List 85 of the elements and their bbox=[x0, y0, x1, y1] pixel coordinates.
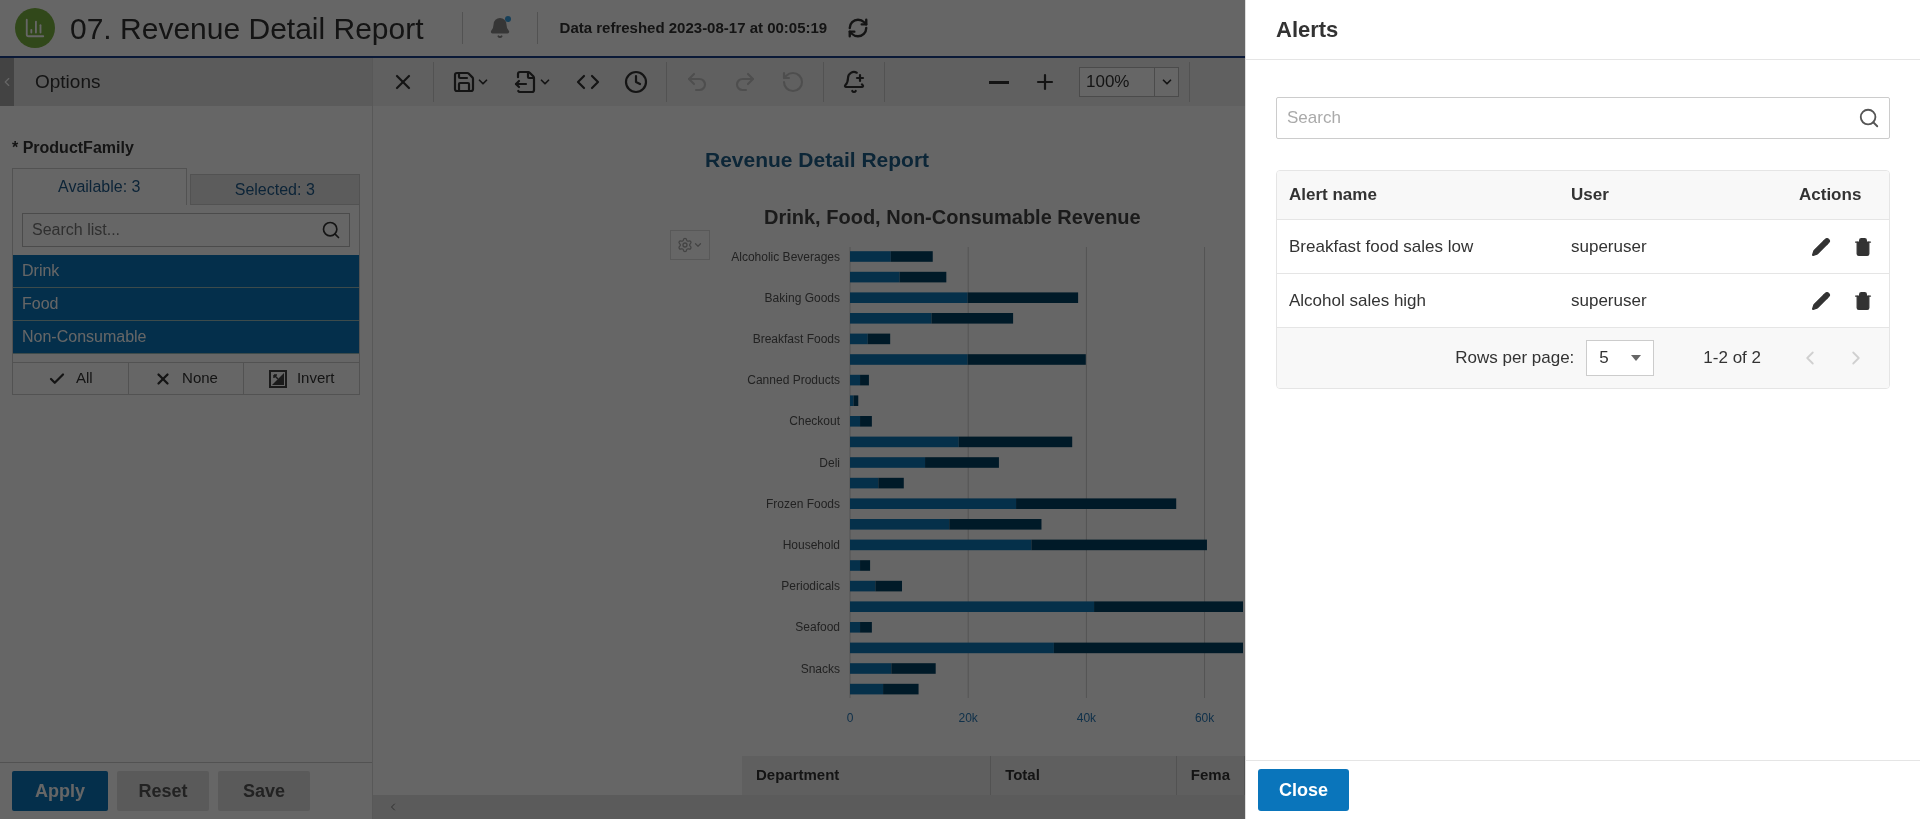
page-range: 1-2 of 2 bbox=[1703, 347, 1761, 370]
zoom-out-icon bbox=[989, 80, 1009, 84]
chart-bar bbox=[850, 374, 861, 385]
chart-bar bbox=[867, 333, 891, 344]
chart-bar bbox=[878, 477, 904, 488]
chart-bar bbox=[891, 662, 936, 674]
chart-bar bbox=[860, 559, 871, 571]
rows-per-page-label: Rows per page: bbox=[1455, 347, 1575, 370]
chart-bar bbox=[850, 333, 868, 344]
chart-title: Drink, Food, Non-Consumable Revenue bbox=[763, 204, 1142, 230]
chart-bar bbox=[850, 559, 861, 571]
report-title: 07. Revenue Detail Report bbox=[70, 10, 424, 47]
chart-bar bbox=[850, 621, 861, 633]
axis-tick-label: 20k bbox=[958, 710, 978, 725]
category-label: Baking Goods bbox=[764, 290, 840, 305]
app-logo-icon bbox=[15, 8, 55, 48]
column-header: Fema bbox=[1176, 756, 1245, 795]
zoom-select[interactable]: 100% bbox=[1079, 67, 1179, 97]
chart-bar bbox=[860, 374, 869, 385]
search-field[interactable]: Search bbox=[1276, 97, 1890, 139]
chart-bar bbox=[899, 271, 947, 282]
rows-per-page-select[interactable]: 5 bbox=[1586, 340, 1655, 376]
chart-bar bbox=[860, 621, 872, 633]
column-header: Actions bbox=[1799, 184, 1862, 207]
list-item[interactable]: Non-Consumable bbox=[13, 321, 359, 354]
chart-bar bbox=[850, 580, 876, 591]
table-cell-text: superuser bbox=[1570, 235, 1648, 258]
category-label: Deli bbox=[819, 455, 840, 469]
list-item[interactable]: Drink bbox=[13, 255, 359, 288]
axis-tick-label: 40k bbox=[1076, 710, 1097, 725]
secondary-button[interactable]: Save bbox=[218, 771, 310, 811]
export-icon bbox=[514, 70, 538, 94]
secondary-button[interactable]: Reset bbox=[117, 771, 209, 811]
chart-bar bbox=[860, 415, 872, 427]
caret-icon bbox=[693, 240, 703, 250]
column-header: Alert name bbox=[1288, 184, 1378, 207]
horizontal-scrollbar[interactable] bbox=[373, 795, 1245, 819]
search-icon bbox=[321, 220, 341, 240]
category-label: Checkout bbox=[789, 413, 840, 428]
chart-bar bbox=[875, 580, 902, 591]
close-button[interactable]: Close bbox=[1258, 769, 1349, 811]
apply-button[interactable]: Apply bbox=[12, 771, 108, 811]
chart-bar bbox=[850, 250, 891, 262]
category-label: Seafood bbox=[795, 619, 840, 634]
search-icon bbox=[1858, 107, 1880, 129]
chart-bar bbox=[850, 415, 861, 427]
axis-tick-label: 0 bbox=[846, 710, 854, 725]
category-label: Snacks bbox=[800, 661, 840, 675]
chart-bar bbox=[890, 250, 933, 262]
category-label: Household bbox=[782, 537, 840, 552]
column-header: Total bbox=[991, 756, 1177, 795]
category-label: Canned Products bbox=[747, 372, 840, 387]
gear-icon bbox=[677, 237, 693, 253]
report-heading: Revenue Detail Report bbox=[704, 147, 931, 173]
chart-bar bbox=[883, 683, 919, 694]
column-header: Department bbox=[742, 756, 992, 795]
clock-icon bbox=[624, 70, 648, 94]
drawer-title: Alerts bbox=[1276, 16, 1339, 44]
bell-plus-icon bbox=[842, 70, 866, 94]
caret-icon bbox=[1631, 355, 1642, 361]
chart-bar bbox=[850, 271, 900, 282]
chart-bar bbox=[850, 683, 884, 694]
category-label: Breakfast Foods bbox=[752, 331, 840, 346]
axis-tick-label: 60k bbox=[1194, 710, 1215, 725]
list-tab[interactable]: Selected: 3 bbox=[189, 174, 360, 205]
table-cell-text: Breakfast food sales low bbox=[1288, 235, 1475, 258]
list-tab[interactable]: Available: 3 bbox=[12, 168, 187, 205]
invert-button[interactable]: Invert bbox=[244, 363, 359, 394]
list-item[interactable]: Food bbox=[13, 288, 359, 321]
table-cell-text: superuser bbox=[1570, 289, 1648, 312]
refresh-button[interactable] bbox=[847, 17, 870, 39]
chart-bar bbox=[850, 662, 892, 674]
refresh-status: Data refreshed 2023-08-17 at 00:05:19 bbox=[559, 17, 828, 38]
parameter-label: * ProductFamily bbox=[12, 138, 135, 158]
none-button[interactable]: None bbox=[128, 363, 245, 394]
category-label: Alcoholic Beverages bbox=[731, 249, 840, 263]
all-button[interactable]: All bbox=[13, 363, 129, 394]
save-icon bbox=[452, 70, 476, 94]
options-title: Options bbox=[35, 69, 101, 94]
category-label: Periodicals bbox=[781, 578, 840, 593]
chart-bar bbox=[850, 477, 879, 488]
column-header: User bbox=[1570, 184, 1610, 207]
invert-icon bbox=[268, 369, 287, 388]
category-label: Frozen Foods bbox=[765, 496, 840, 511]
table-cell-text: Alcohol sales high bbox=[1288, 289, 1428, 312]
